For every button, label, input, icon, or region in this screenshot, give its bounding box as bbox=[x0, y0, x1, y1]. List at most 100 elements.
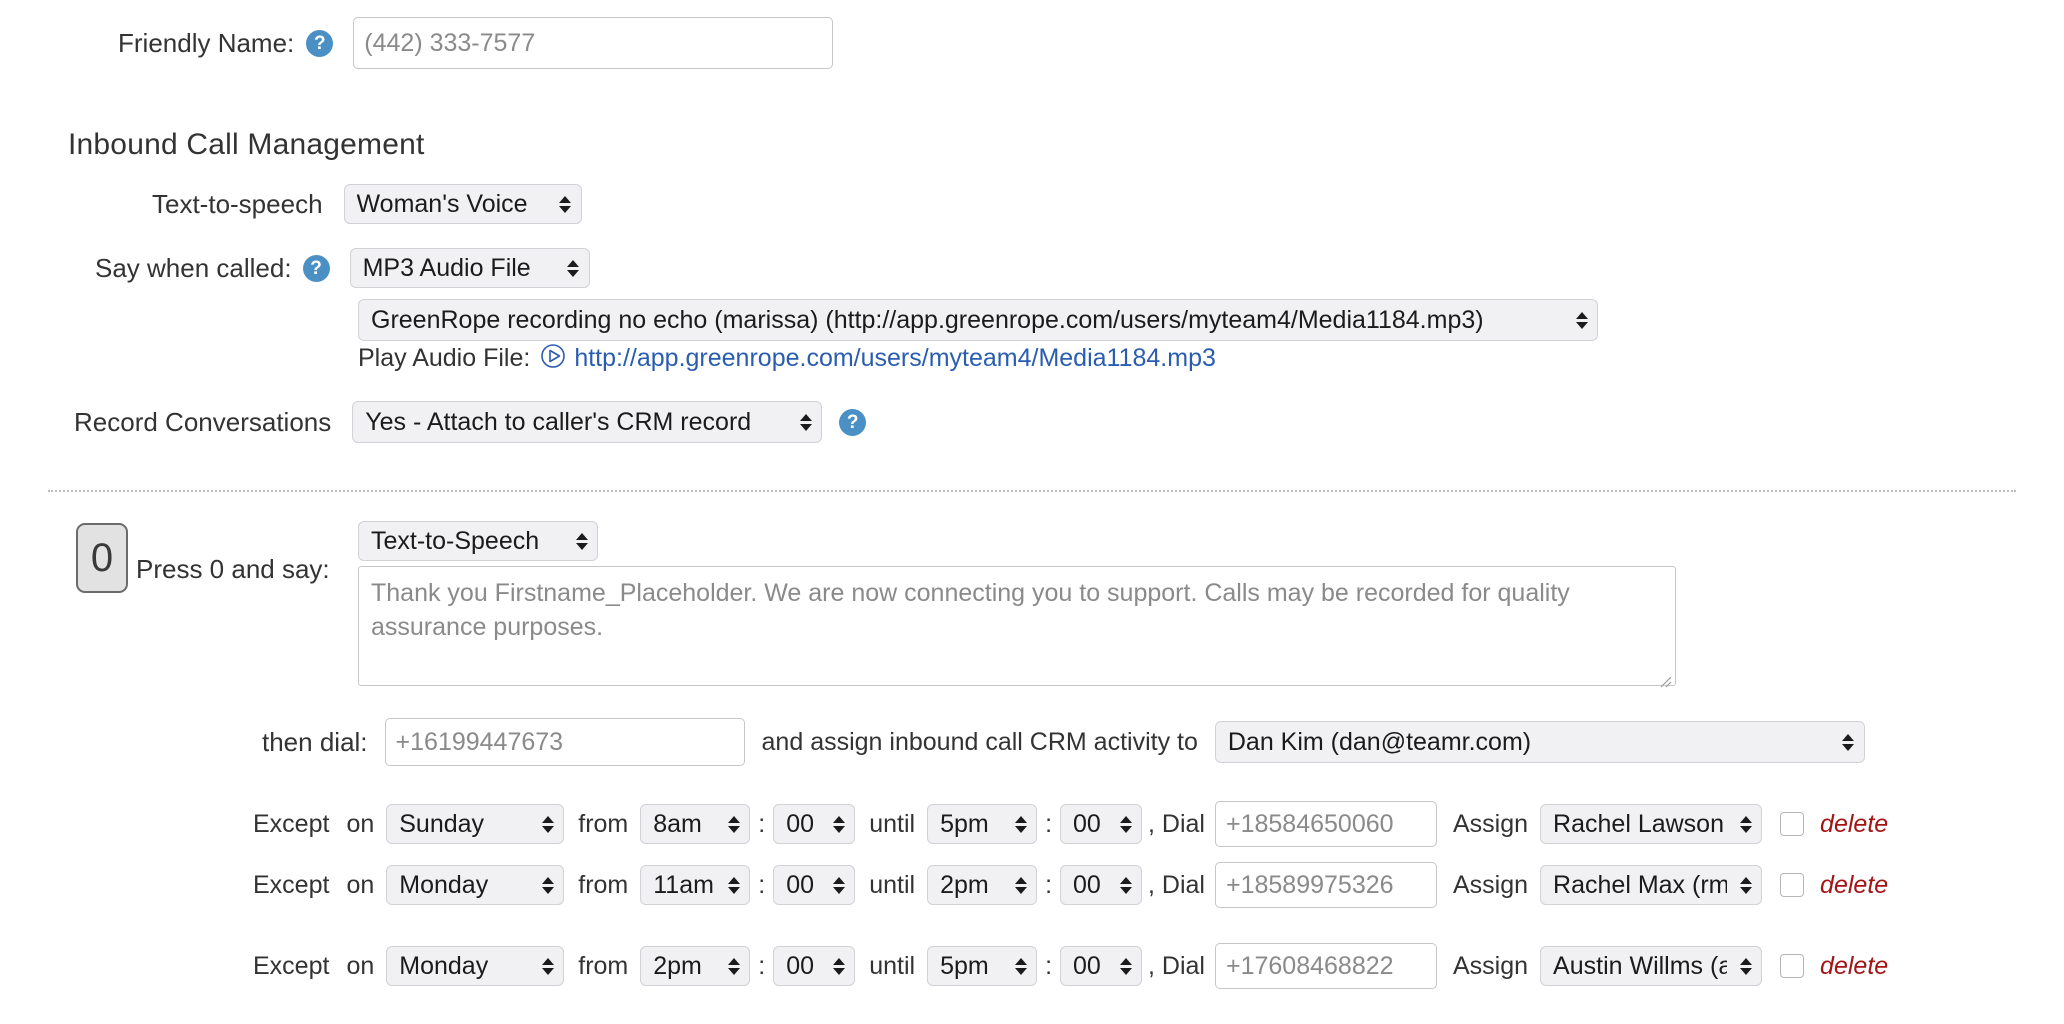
select-arrows-icon bbox=[1739, 954, 1752, 978]
record-conversations-value: Yes - Attach to caller's CRM record bbox=[365, 407, 752, 436]
on-label: on bbox=[346, 951, 375, 980]
exception-until-minute-select[interactable]: 00 bbox=[1060, 946, 1143, 986]
select-arrows-icon bbox=[541, 954, 554, 978]
exception-dial-input[interactable] bbox=[1215, 943, 1437, 989]
time-colon: : bbox=[758, 809, 766, 838]
select-arrows-icon bbox=[1014, 812, 1027, 836]
exception-from-minute-select[interactable]: 00 bbox=[773, 804, 856, 844]
select-arrows-icon bbox=[1739, 812, 1752, 836]
key-0-badge: 0 bbox=[76, 523, 128, 593]
exception-day-value: Monday bbox=[399, 870, 489, 899]
exception-delete-checkbox[interactable] bbox=[1780, 954, 1805, 978]
exception-from-hour-value: 2pm bbox=[653, 951, 702, 980]
text-to-speech-select[interactable]: Woman's Voice bbox=[343, 184, 582, 224]
exception-until-hour-select[interactable]: 2pm bbox=[927, 865, 1038, 905]
say-when-called-row: Say when called: ? MP3 Audio File bbox=[95, 248, 590, 288]
audio-file-select-value: GreenRope recording no echo (marissa) (h… bbox=[371, 305, 1484, 334]
audio-file-link[interactable]: http://app.greenrope.com/users/myteam4/M… bbox=[574, 344, 1216, 373]
text-to-speech-label: Text-to-speech bbox=[152, 188, 323, 219]
exception-delete-link[interactable]: delete bbox=[1820, 871, 1888, 900]
select-arrows-icon bbox=[727, 954, 740, 978]
then-dial-label: then dial: bbox=[262, 726, 368, 757]
exception-assign-value: Rachel Lawson (rach bbox=[1553, 809, 1727, 838]
exception-delete-checkbox[interactable] bbox=[1780, 873, 1805, 897]
time-colon: : bbox=[758, 870, 766, 899]
exception-from-hour-select[interactable]: 2pm bbox=[640, 946, 751, 986]
play-circle-icon[interactable] bbox=[540, 343, 566, 374]
text-to-speech-row: Text-to-speech Woman's Voice bbox=[152, 184, 582, 224]
exception-until-hour-select[interactable]: 5pm bbox=[927, 946, 1038, 986]
exception-assign-select[interactable]: Austin Willms (austir bbox=[1540, 946, 1763, 986]
select-arrows-icon bbox=[1119, 812, 1132, 836]
record-conversations-select[interactable]: Yes - Attach to caller's CRM record bbox=[352, 401, 823, 443]
exception-from-minute-select[interactable]: 00 bbox=[773, 865, 856, 905]
except-label: Except bbox=[253, 809, 330, 838]
press-action-type-select[interactable]: Text-to-Speech bbox=[358, 521, 598, 561]
assign-label: Assign bbox=[1453, 809, 1529, 838]
select-arrows-icon bbox=[1842, 730, 1855, 754]
from-label: from bbox=[578, 809, 629, 838]
time-colon: : bbox=[758, 951, 766, 980]
except-label: Except bbox=[253, 951, 330, 980]
exception-row: Except on Monday from 2pm : 00 until 5pm… bbox=[253, 943, 1888, 989]
select-arrows-icon bbox=[1575, 308, 1588, 332]
time-colon: : bbox=[1045, 951, 1053, 980]
assign-activity-value: Dan Kim (dan@teamr.com) bbox=[1227, 727, 1532, 756]
exception-dial-input[interactable] bbox=[1215, 862, 1437, 908]
exception-delete-link[interactable]: delete bbox=[1820, 952, 1888, 981]
then-dial-input[interactable] bbox=[384, 718, 745, 766]
exception-from-hour-value: 11am bbox=[653, 870, 714, 899]
exception-assign-value: Austin Willms (austir bbox=[1553, 951, 1727, 980]
select-arrows-icon bbox=[575, 529, 588, 553]
assign-activity-text: and assign inbound call CRM activity to bbox=[761, 727, 1198, 756]
exception-from-minute-value: 00 bbox=[786, 870, 815, 899]
exception-day-value: Monday bbox=[399, 951, 489, 980]
exception-from-hour-select[interactable]: 8am bbox=[640, 804, 751, 844]
exception-day-select[interactable]: Monday bbox=[386, 946, 565, 986]
exception-until-hour-select[interactable]: 5pm bbox=[927, 804, 1038, 844]
say-when-called-label: Say when called: bbox=[95, 252, 292, 283]
exception-from-hour-select[interactable]: 11am bbox=[640, 865, 751, 905]
friendly-name-input[interactable] bbox=[353, 17, 834, 69]
audio-file-select[interactable]: GreenRope recording no echo (marissa) (h… bbox=[358, 299, 1598, 341]
record-conversations-label: Record Conversations bbox=[74, 406, 332, 437]
select-arrows-icon bbox=[832, 812, 845, 836]
exception-dial-input[interactable] bbox=[1215, 801, 1437, 847]
exception-until-minute-select[interactable]: 00 bbox=[1060, 865, 1143, 905]
record-conversations-row: Record Conversations Yes - Attach to cal… bbox=[74, 401, 867, 443]
exception-assign-select[interactable]: Rachel Lawson (rach bbox=[1540, 804, 1763, 844]
inbound-call-settings-page: Friendly Name: ? Inbound Call Management… bbox=[0, 0, 2064, 1024]
time-colon: : bbox=[1045, 809, 1053, 838]
select-arrows-icon bbox=[1119, 954, 1132, 978]
exception-day-select[interactable]: Monday bbox=[386, 865, 565, 905]
except-label: Except bbox=[253, 870, 330, 899]
exception-delete-checkbox[interactable] bbox=[1780, 812, 1805, 836]
assign-label: Assign bbox=[1453, 951, 1529, 980]
select-arrows-icon bbox=[727, 812, 740, 836]
on-label: on bbox=[346, 870, 375, 899]
exception-assign-value: Rachel Max (rmax@g bbox=[1553, 870, 1728, 899]
press-message-textarea[interactable] bbox=[358, 566, 1676, 686]
question-help-icon[interactable]: ? bbox=[302, 254, 330, 282]
play-audio-file-label: Play Audio File: bbox=[358, 344, 531, 372]
exception-from-minute-select[interactable]: 00 bbox=[773, 946, 856, 986]
exception-from-hour-value: 8am bbox=[653, 809, 702, 838]
exception-delete-link[interactable]: delete bbox=[1820, 810, 1888, 839]
select-arrows-icon bbox=[832, 873, 845, 897]
audio-file-row: GreenRope recording no echo (marissa) (h… bbox=[358, 299, 1598, 341]
say-when-called-type-select[interactable]: MP3 Audio File bbox=[349, 248, 590, 288]
exception-until-minute-select[interactable]: 00 bbox=[1060, 804, 1143, 844]
question-help-icon[interactable]: ? bbox=[839, 408, 867, 436]
on-label: on bbox=[346, 809, 375, 838]
friendly-name-row: Friendly Name: ? bbox=[118, 17, 834, 69]
exception-assign-select[interactable]: Rachel Max (rmax@g bbox=[1540, 865, 1763, 905]
question-help-icon[interactable]: ? bbox=[306, 29, 334, 57]
exception-day-select[interactable]: Sunday bbox=[386, 804, 565, 844]
then-dial-row: then dial: and assign inbound call CRM a… bbox=[262, 718, 1865, 766]
text-to-speech-select-value: Woman's Voice bbox=[356, 189, 528, 218]
exception-until-minute-value: 00 bbox=[1073, 809, 1101, 838]
select-arrows-icon bbox=[1014, 954, 1027, 978]
exception-from-minute-value: 00 bbox=[786, 809, 815, 838]
select-arrows-icon bbox=[1119, 873, 1132, 897]
assign-activity-select[interactable]: Dan Kim (dan@teamr.com) bbox=[1214, 721, 1865, 763]
